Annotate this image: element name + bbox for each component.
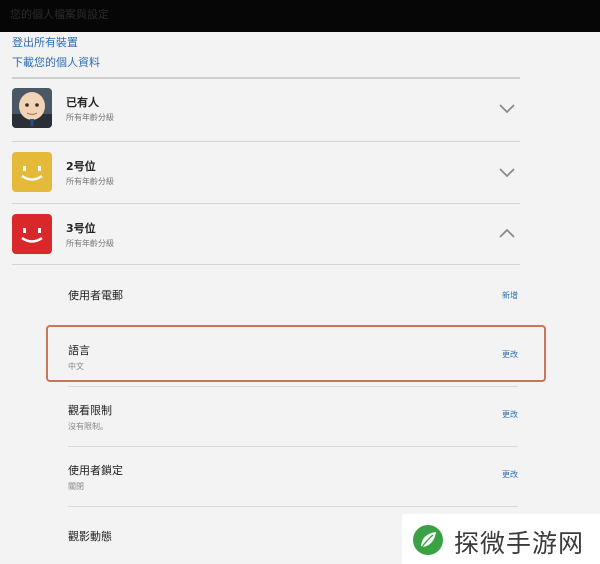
change-lock-button[interactable]: 更改 <box>502 469 518 480</box>
leaf-logo-icon <box>413 525 443 555</box>
profile-lock-value: 關閉 <box>68 482 84 491</box>
profile-divider <box>12 264 520 265</box>
header-title: 您的個人檔案與設定 <box>10 8 109 21</box>
language-value: 中文 <box>68 362 84 371</box>
language-label: 語言 <box>68 344 90 357</box>
profile-maturity: 所有年齡分級 <box>66 239 114 248</box>
language-highlight-box <box>46 325 546 382</box>
settings-divider <box>68 386 518 387</box>
top-bar: 您的個人檔案與設定 <box>0 0 600 32</box>
profile-name: 已有人 <box>66 96 99 109</box>
change-language-button[interactable]: 更改 <box>502 349 518 360</box>
viewing-restrictions-value: 沒有限制。 <box>68 422 108 431</box>
profile-maturity: 所有年齡分級 <box>66 177 114 186</box>
profile-row-1[interactable]: 已有人 所有年齡分級 <box>12 78 520 140</box>
user-email-label: 使用者電郵 <box>68 289 123 302</box>
viewing-activity-label[interactable]: 觀影動態 <box>68 528 112 544</box>
profile-maturity: 所有年齡分級 <box>66 113 114 122</box>
chevron-up-icon[interactable] <box>496 223 518 245</box>
profile-row-2[interactable]: 2号位 所有年齡分級 <box>12 142 520 204</box>
yellow-smile-avatar <box>12 152 52 192</box>
profile-row-3[interactable]: 3号位 所有年齡分級 <box>12 204 520 266</box>
settings-divider <box>68 506 518 507</box>
chevron-down-icon[interactable] <box>496 161 518 183</box>
add-email-button[interactable]: 新增 <box>502 290 518 301</box>
settings-divider <box>68 446 518 447</box>
red-smile-avatar <box>12 214 52 254</box>
sign-out-all-devices-link[interactable]: 登出所有裝置 <box>12 34 78 50</box>
change-restrictions-button[interactable]: 更改 <box>502 409 518 420</box>
profile-lock-label: 使用者鎖定 <box>68 464 123 477</box>
profile-name: 2号位 <box>66 160 96 173</box>
download-personal-data-link[interactable]: 下載您的個人資料 <box>12 54 100 70</box>
watermark: 探微手游网 <box>402 514 600 564</box>
watermark-text: 探微手游网 <box>454 529 585 558</box>
viewing-restrictions-label: 觀看限制 <box>68 404 112 417</box>
profile-name: 3号位 <box>66 222 96 235</box>
chevron-down-icon[interactable] <box>496 97 518 119</box>
boss-baby-avatar <box>12 88 52 128</box>
